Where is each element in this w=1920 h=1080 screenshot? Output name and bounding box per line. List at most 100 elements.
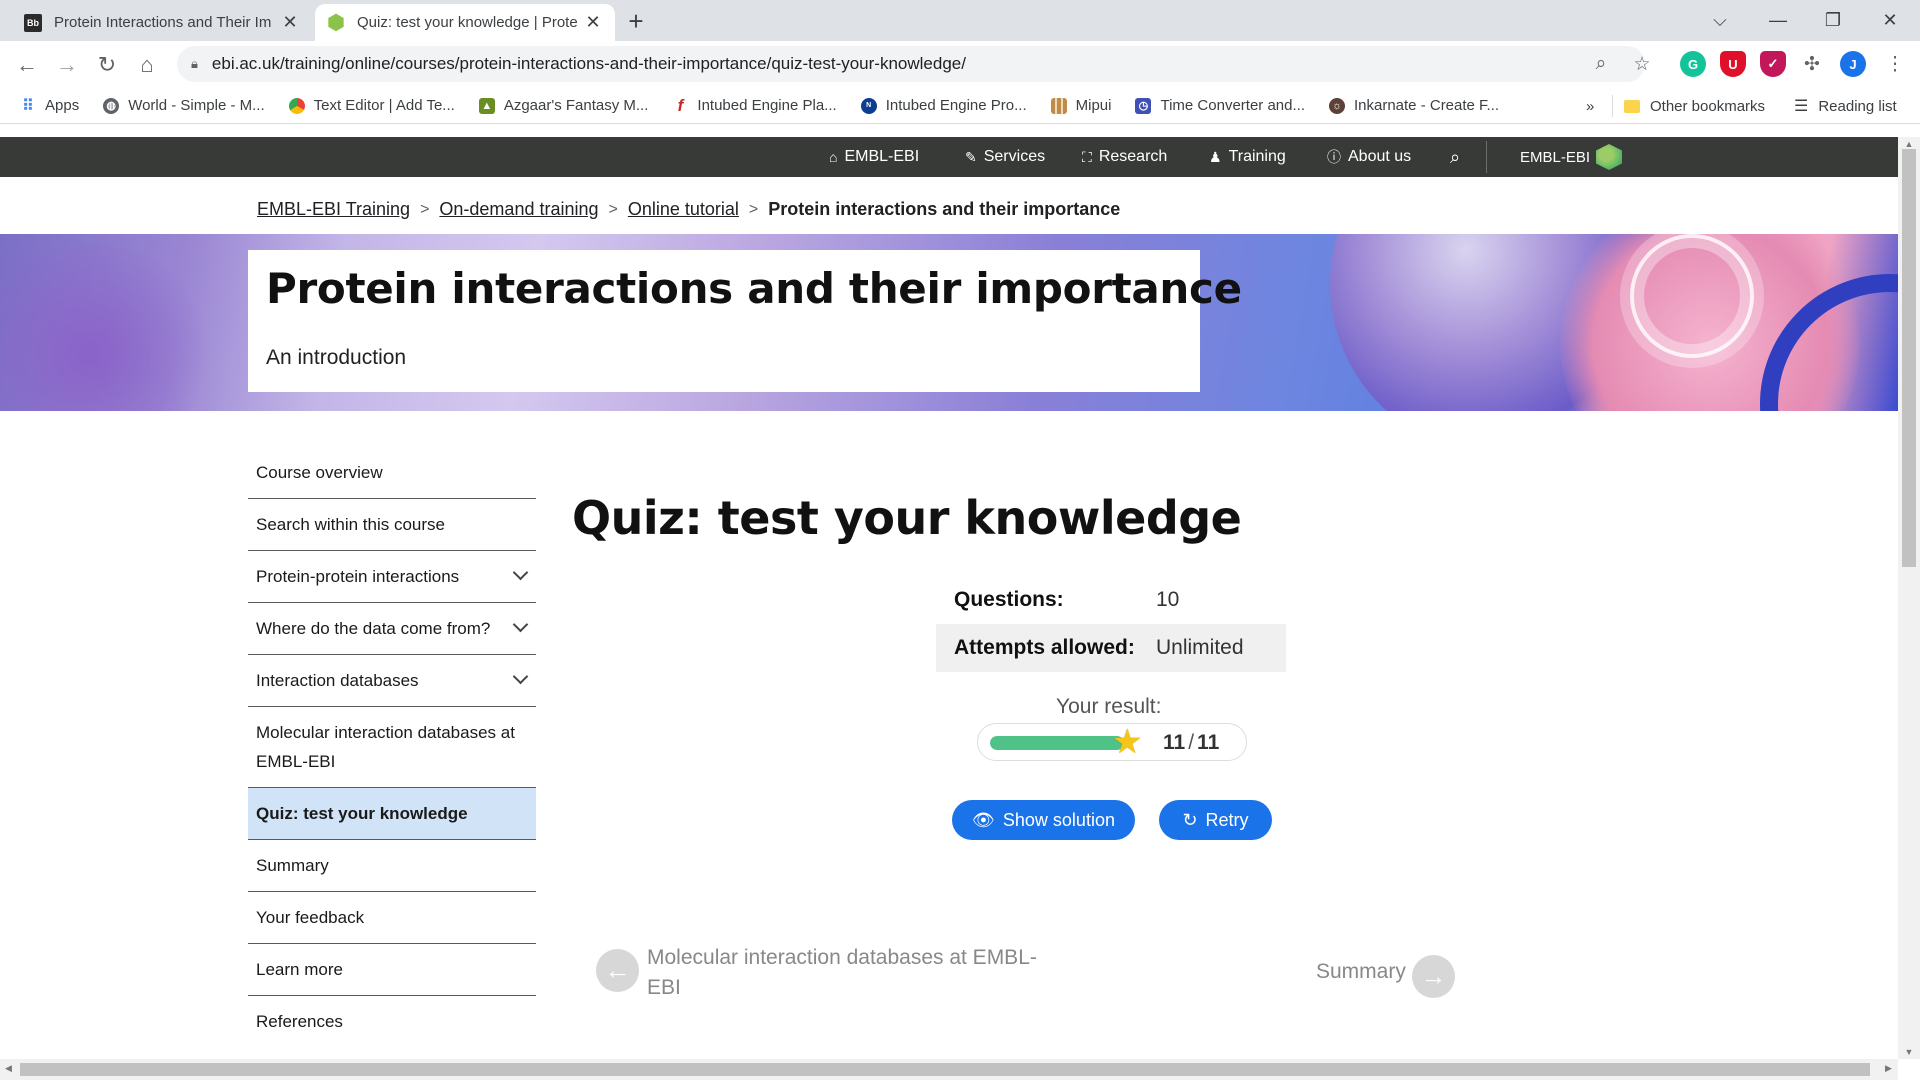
- bookmark-star-icon[interactable]: ☆: [1627, 49, 1657, 79]
- training-icon: ♟: [1209, 148, 1222, 165]
- scroll-left-icon[interactable]: ◀: [5, 1063, 12, 1074]
- questions-label: Questions:: [954, 588, 1064, 611]
- browser-tab-quiz[interactable]: ⬢ Quiz: test your knowledge | Prote ✕: [315, 4, 615, 41]
- bookmark-mipui[interactable]: Mipui: [1050, 97, 1112, 114]
- restore-button[interactable]: ❐: [1803, 0, 1863, 41]
- close-icon[interactable]: ✕: [280, 12, 300, 33]
- minimize-button[interactable]: —: [1748, 0, 1808, 41]
- vertical-scroll-thumb[interactable]: [1902, 149, 1916, 567]
- vertical-scrollbar[interactable]: ▲ ▼: [1898, 137, 1920, 1059]
- eye-icon: 👁︎: [972, 809, 995, 830]
- zoom-icon[interactable]: ⌕: [1586, 49, 1616, 79]
- horizontal-scroll-thumb[interactable]: [20, 1063, 1870, 1076]
- course-subtitle: An introduction: [266, 346, 407, 369]
- previous-page-link[interactable]: ← Molecular interaction databases at EMB…: [596, 946, 1067, 1003]
- progress-fill: [990, 736, 1124, 750]
- masthead-search-icon[interactable]: ⌕: [1450, 137, 1460, 177]
- browser-toolbar: ← → ↻ ⌂ 🔒︎ ebi.ac.uk/training/online/cou…: [0, 41, 1920, 88]
- bookmark-world-simple[interactable]: ◍ World - Simple - M...: [103, 97, 265, 114]
- sidebar-item-protein-protein-interactions[interactable]: Protein-protein interactions: [248, 551, 536, 603]
- sidebar-item-quiz[interactable]: Quiz: test your knowledge: [248, 787, 536, 840]
- browser-tab-protein-interactions[interactable]: Bb Protein Interactions and Their Im ✕: [12, 4, 312, 41]
- masthead-link-about[interactable]: ⓘ About us: [1327, 137, 1411, 177]
- sidebar-item-molecular-databases[interactable]: Molecular interaction databases at EMBL-…: [248, 707, 536, 787]
- ublock-icon[interactable]: U: [1720, 51, 1746, 77]
- bookmark-text-editor[interactable]: Text Editor | Add Te...: [288, 97, 455, 114]
- masthead-link-training[interactable]: ♟ Training: [1209, 137, 1286, 177]
- page-title: Quiz: test your knowledge: [572, 491, 1242, 545]
- masthead-link-research[interactable]: ⛶ Research: [1082, 137, 1167, 177]
- reading-list-button[interactable]: ☰ Reading list: [1794, 88, 1897, 124]
- show-solution-button[interactable]: 👁︎ Show solution: [952, 800, 1135, 840]
- map-icon: ▲: [478, 97, 495, 114]
- chevron-down-icon[interactable]: [512, 616, 529, 633]
- sidebar-item-course-overview[interactable]: Course overview: [248, 447, 536, 499]
- menu-kebab-icon[interactable]: ⋮: [1880, 49, 1910, 79]
- embl-hex-icon: ⬢: [327, 12, 345, 34]
- other-bookmarks-folder[interactable]: Other bookmarks: [1624, 88, 1765, 124]
- next-page-link[interactable]: Summary →: [1316, 955, 1455, 998]
- address-bar[interactable]: 🔒︎ ebi.ac.uk/training/online/courses/pro…: [177, 46, 1645, 82]
- quiz-info-row: Questions: 10: [936, 576, 1286, 624]
- masthead-link-embl-ebi[interactable]: ⌂ EMBL-EBI: [829, 137, 919, 177]
- tab-title: Protein Interactions and Their Im: [54, 14, 272, 31]
- hero-title-card: Protein interactions and their importanc…: [248, 250, 1242, 392]
- scroll-right-icon[interactable]: ▶: [1885, 1063, 1892, 1074]
- chevron-down-icon[interactable]: [512, 668, 529, 685]
- reload-button[interactable]: ↻: [91, 49, 123, 81]
- tab-strip: Bb Protein Interactions and Their Im ✕ ⬢…: [0, 0, 1920, 41]
- close-window-button[interactable]: ✕: [1860, 0, 1920, 41]
- tab-search-chevron-icon[interactable]: ⌵: [1690, 0, 1750, 41]
- sidebar-item-label: References: [256, 1012, 343, 1031]
- profile-avatar[interactable]: J: [1840, 51, 1866, 77]
- home-icon: ⌂: [829, 149, 838, 165]
- breadcrumb-link-training[interactable]: EMBL-EBI Training: [257, 199, 410, 220]
- bookmark-apps[interactable]: ⠿ Apps: [20, 97, 79, 115]
- lock-icon: 🔒︎: [191, 56, 198, 71]
- shield-extension-icon[interactable]: ✓: [1760, 51, 1786, 77]
- extensions-puzzle-icon[interactable]: ✣: [1797, 49, 1827, 79]
- questions-value: 10: [1156, 588, 1180, 611]
- sidebar-item-feedback[interactable]: Your feedback: [248, 892, 536, 944]
- score-value: 11: [1163, 731, 1186, 754]
- scroll-up-icon[interactable]: ▲: [1898, 139, 1920, 149]
- bookmark-azgaar[interactable]: ▲ Azgaar's Fantasy M...: [478, 97, 648, 114]
- bookmark-intubed-engine-pla[interactable]: f Intubed Engine Pla...: [672, 96, 837, 115]
- sidebar-item-label: Summary: [256, 856, 329, 875]
- new-tab-button[interactable]: +: [622, 6, 650, 37]
- sidebar-item-summary[interactable]: Summary: [248, 840, 536, 892]
- nasa-icon: N: [860, 97, 877, 114]
- bookmark-intubed-engine-pro[interactable]: N Intubed Engine Pro...: [860, 97, 1027, 114]
- back-button[interactable]: ←: [11, 49, 43, 81]
- sidebar-item-search[interactable]: Search within this course: [248, 499, 536, 551]
- sidebar-item-interaction-databases[interactable]: Interaction databases: [248, 655, 536, 707]
- sidebar-item-references[interactable]: References: [248, 996, 536, 1047]
- scroll-down-icon[interactable]: ▼: [1898, 1047, 1920, 1057]
- close-icon[interactable]: ✕: [583, 12, 603, 33]
- retry-button[interactable]: ↻ Retry: [1159, 800, 1272, 840]
- grammarly-icon[interactable]: G: [1680, 51, 1706, 77]
- chevron-down-icon[interactable]: [512, 564, 529, 581]
- home-button[interactable]: ⌂: [131, 49, 163, 81]
- score-separator: /: [1188, 731, 1195, 754]
- embl-ebi-logo[interactable]: EMBL-EBI: [1520, 137, 1623, 177]
- bookmark-label: Inkarnate - Create F...: [1353, 97, 1500, 114]
- bookmark-inkarnate[interactable]: ☼ Inkarnate - Create F...: [1328, 97, 1500, 114]
- bookmarks-overflow-button[interactable]: »: [1586, 88, 1594, 124]
- other-bookmarks-label: Other bookmarks: [1650, 97, 1766, 115]
- result-score-bar: ★ 11/11: [977, 723, 1247, 761]
- bookmarks-divider: [1612, 95, 1613, 117]
- sidebar-item-data-sources[interactable]: Where do the data come from?: [248, 603, 536, 655]
- attempts-value: Unlimited: [1156, 636, 1244, 659]
- inkarnate-icon: ☼: [1328, 97, 1345, 114]
- horizontal-scrollbar[interactable]: ◀ ▶: [0, 1059, 1898, 1080]
- breadcrumb-link-online-tutorial[interactable]: Online tutorial: [628, 199, 739, 220]
- bookmark-time-converter[interactable]: ◷ Time Converter and...: [1135, 97, 1305, 114]
- masthead-link-services[interactable]: ✎ Services: [965, 137, 1045, 177]
- bookmark-label: Mipui: [1075, 97, 1112, 114]
- breadcrumb-link-on-demand[interactable]: On-demand training: [439, 199, 598, 220]
- breadcrumb-separator: >: [748, 200, 759, 218]
- forward-button[interactable]: →: [51, 49, 83, 81]
- sidebar-item-learn-more[interactable]: Learn more: [248, 944, 536, 996]
- bookmark-label: World - Simple - M...: [128, 97, 265, 114]
